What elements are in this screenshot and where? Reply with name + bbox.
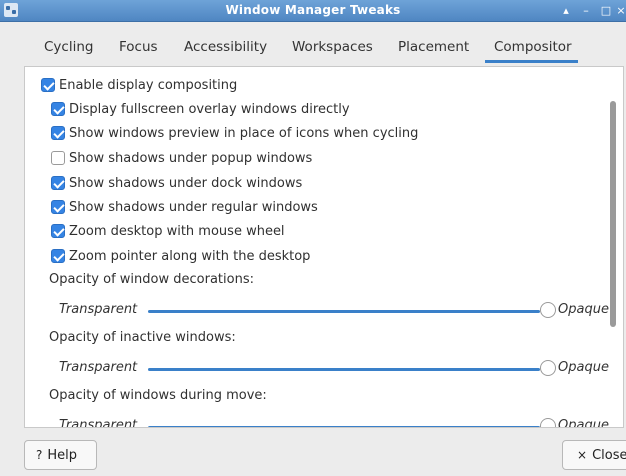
close-button-label: Close: [592, 448, 626, 463]
slider-max-label: Opaque: [558, 360, 609, 375]
enable-compositing-label: Enable display compositing: [59, 78, 238, 93]
help-icon: ?: [36, 448, 43, 462]
option-label: Show shadows under regular windows: [69, 200, 318, 215]
scrollbar[interactable]: [610, 101, 616, 327]
slider-min-label: Transparent: [59, 360, 138, 375]
slider-max-label: Opaque: [558, 302, 609, 317]
close-window-icon[interactable]: ×: [616, 3, 626, 18]
active-tab-indicator: [485, 60, 578, 63]
inactive-opacity-slider[interactable]: Transparent Opaque: [59, 358, 619, 380]
slider-max-label: Opaque: [558, 418, 609, 428]
maximize-icon[interactable]: □: [598, 3, 614, 18]
compositor-panel: Enable display compositing Display fulls…: [24, 66, 624, 428]
checkbox[interactable]: [51, 102, 65, 116]
inactive-opacity-heading: Opacity of inactive windows:: [49, 330, 236, 345]
shade-icon[interactable]: ▴: [558, 3, 574, 18]
checkbox[interactable]: [51, 151, 65, 165]
enable-compositing-checkbox[interactable]: [41, 78, 55, 92]
checkbox[interactable]: [51, 126, 65, 140]
checkbox[interactable]: [51, 176, 65, 190]
option-label: Display fullscreen overlay windows direc…: [69, 102, 350, 117]
tab-cycling[interactable]: Cycling: [44, 39, 93, 55]
option-label: Show shadows under popup windows: [69, 151, 313, 166]
slider-handle[interactable]: [540, 360, 556, 376]
tab-compositor[interactable]: Compositor: [494, 39, 572, 55]
option-label: Show shadows under dock windows: [69, 176, 303, 191]
tab-placement[interactable]: Placement: [398, 39, 469, 55]
move-opacity-heading: Opacity of windows during move:: [49, 388, 267, 403]
close-button[interactable]: × Close: [562, 440, 626, 470]
slider-track[interactable]: [148, 310, 540, 313]
tab-focus[interactable]: Focus: [119, 39, 158, 55]
decorations-opacity-heading: Opacity of window decorations:: [49, 272, 254, 287]
title-bar: Window Manager Tweaks ▴ – □ ×: [0, 0, 626, 22]
help-button-label: Help: [47, 448, 78, 463]
tab-accessibility[interactable]: Accessibility: [184, 39, 267, 55]
close-icon: ×: [577, 448, 588, 462]
slider-min-label: Transparent: [59, 418, 138, 428]
option-label: Show windows preview in place of icons w…: [69, 126, 419, 141]
slider-track[interactable]: [148, 368, 540, 371]
tab-workspaces[interactable]: Workspaces: [292, 39, 373, 55]
slider-min-label: Transparent: [59, 302, 138, 317]
move-opacity-slider[interactable]: Transparent Opaque: [59, 416, 619, 428]
help-button[interactable]: ? Help: [24, 440, 97, 470]
checkbox[interactable]: [51, 200, 65, 214]
slider-handle[interactable]: [540, 302, 556, 318]
checkbox[interactable]: [51, 249, 65, 263]
option-label: Zoom desktop with mouse wheel: [69, 224, 285, 239]
slider-handle[interactable]: [540, 418, 556, 427]
option-label: Zoom pointer along with the desktop: [69, 249, 311, 264]
slider-track[interactable]: [148, 426, 540, 427]
window-title: Window Manager Tweaks: [225, 3, 401, 17]
decorations-opacity-slider[interactable]: Transparent Opaque: [59, 300, 619, 322]
minimize-icon[interactable]: –: [578, 3, 594, 18]
checkbox[interactable]: [51, 224, 65, 238]
